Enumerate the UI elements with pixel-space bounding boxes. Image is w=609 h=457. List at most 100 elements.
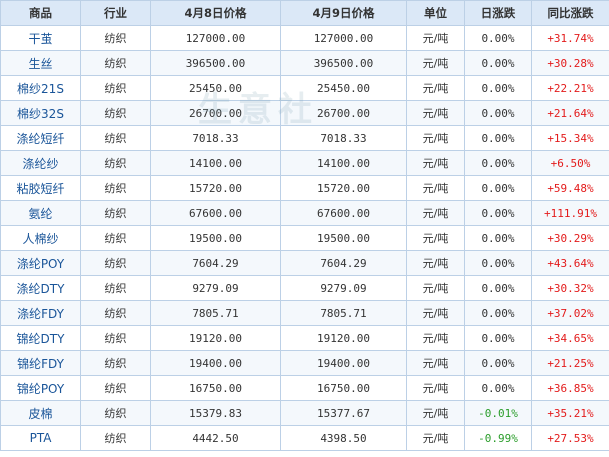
cell-yoy-change: +21.64% — [531, 100, 609, 126]
cell-commodity[interactable]: PTA — [0, 425, 81, 451]
cell-price-apr8: 19400.00 — [150, 350, 281, 376]
cell-price-apr9: 67600.00 — [280, 200, 407, 226]
cell-unit: 元/吨 — [406, 275, 465, 301]
cell-price-apr9: 19500.00 — [280, 225, 407, 251]
cell-price-apr8: 25450.00 — [150, 75, 281, 101]
cell-price-apr9: 127000.00 — [280, 25, 407, 51]
cell-commodity[interactable]: 氨纶 — [0, 200, 81, 226]
cell-unit: 元/吨 — [406, 350, 465, 376]
cell-industry: 纺织 — [80, 200, 151, 226]
cell-price-apr8: 19120.00 — [150, 325, 281, 351]
cell-commodity[interactable]: 涤纶短纤 — [0, 125, 81, 151]
cell-industry: 纺织 — [80, 275, 151, 301]
table-row: 锦纶POY 纺织 16750.00 16750.00 元/吨 0.00% +36.85% — [0, 375, 609, 401]
cell-price-apr8: 14100.00 — [150, 150, 281, 176]
cell-price-apr8: 7018.33 — [150, 125, 281, 151]
commodity-price-table: 商品 行业 4月8日价格 4月9日价格 单位 日涨跌 同比涨跌 干茧 纺织 1270… — [0, 0, 609, 451]
cell-industry: 纺织 — [80, 250, 151, 276]
cell-commodity[interactable]: 锦纶POY — [0, 375, 81, 401]
table-row: 锦纶DTY 纺织 19120.00 19120.00 元/吨 0.00% +34.65% — [0, 325, 609, 351]
cell-yoy-change: +59.48% — [531, 175, 609, 201]
cell-commodity[interactable]: 粘胶短纤 — [0, 175, 81, 201]
cell-industry: 纺织 — [80, 125, 151, 151]
cell-daily-change: 0.00% — [464, 250, 532, 276]
cell-daily-change: 0.00% — [464, 50, 532, 76]
cell-commodity[interactable]: 锦纶DTY — [0, 325, 81, 351]
cell-price-apr8: 7604.29 — [150, 250, 281, 276]
cell-yoy-change: +31.74% — [531, 25, 609, 51]
table-row: 涤纶POY 纺织 7604.29 7604.29 元/吨 0.00% +43.64% — [0, 250, 609, 276]
cell-price-apr8: 26700.00 — [150, 100, 281, 126]
cell-daily-change: 0.00% — [464, 375, 532, 401]
cell-unit: 元/吨 — [406, 400, 465, 426]
cell-unit: 元/吨 — [406, 250, 465, 276]
cell-commodity[interactable]: 生丝 — [0, 50, 81, 76]
cell-industry: 纺织 — [80, 225, 151, 251]
table-row: 涤纶FDY 纺织 7805.71 7805.71 元/吨 0.00% +37.02% — [0, 300, 609, 326]
table-row: 锦纶FDY 纺织 19400.00 19400.00 元/吨 0.00% +21.25% — [0, 350, 609, 376]
cell-price-apr9: 16750.00 — [280, 375, 407, 401]
cell-commodity[interactable]: 涤纶纱 — [0, 150, 81, 176]
cell-price-apr8: 15720.00 — [150, 175, 281, 201]
cell-industry: 纺织 — [80, 300, 151, 326]
cell-unit: 元/吨 — [406, 225, 465, 251]
cell-price-apr8: 9279.09 — [150, 275, 281, 301]
cell-unit: 元/吨 — [406, 200, 465, 226]
cell-industry: 纺织 — [80, 175, 151, 201]
cell-yoy-change: +36.85% — [531, 375, 609, 401]
cell-yoy-change: +37.02% — [531, 300, 609, 326]
table-row: PTA 纺织 4442.50 4398.50 元/吨 -0.99% +27.53% — [0, 425, 609, 451]
cell-commodity[interactable]: 干茧 — [0, 25, 81, 51]
cell-commodity[interactable]: 涤纶FDY — [0, 300, 81, 326]
cell-daily-change: 0.00% — [464, 225, 532, 251]
cell-daily-change: 0.00% — [464, 300, 532, 326]
cell-yoy-change: +30.29% — [531, 225, 609, 251]
cell-commodity[interactable]: 涤纶POY — [0, 250, 81, 276]
cell-yoy-change: +15.34% — [531, 125, 609, 151]
table-row: 干茧 纺织 127000.00 127000.00 元/吨 0.00% +31.74% — [0, 25, 609, 51]
cell-commodity[interactable]: 棉纱32S — [0, 100, 81, 126]
cell-yoy-change: +27.53% — [531, 425, 609, 451]
cell-unit: 元/吨 — [406, 325, 465, 351]
table-row: 涤纶DTY 纺织 9279.09 9279.09 元/吨 0.00% +30.32% — [0, 275, 609, 301]
cell-daily-change: 0.00% — [464, 25, 532, 51]
table-row: 人棉纱 纺织 19500.00 19500.00 元/吨 0.00% +30.29% — [0, 225, 609, 251]
cell-price-apr8: 67600.00 — [150, 200, 281, 226]
cell-yoy-change: +43.64% — [531, 250, 609, 276]
cell-commodity[interactable]: 人棉纱 — [0, 225, 81, 251]
cell-unit: 元/吨 — [406, 75, 465, 101]
cell-industry: 纺织 — [80, 50, 151, 76]
cell-commodity[interactable]: 涤纶DTY — [0, 275, 81, 301]
cell-commodity[interactable]: 皮棉 — [0, 400, 81, 426]
cell-price-apr9: 15720.00 — [280, 175, 407, 201]
table-row: 生丝 纺织 396500.00 396500.00 元/吨 0.00% +30.28% — [0, 50, 609, 76]
cell-daily-change: 0.00% — [464, 100, 532, 126]
price-table-container: 商品 行业 4月8日价格 4月9日价格 单位 日涨跌 同比涨跌 干茧 纺织 1270… — [0, 0, 609, 457]
header-industry: 行业 — [80, 0, 151, 26]
cell-price-apr8: 16750.00 — [150, 375, 281, 401]
cell-price-apr9: 26700.00 — [280, 100, 407, 126]
table-row: 涤纶短纤 纺织 7018.33 7018.33 元/吨 0.00% +15.34% — [0, 125, 609, 151]
cell-price-apr9: 4398.50 — [280, 425, 407, 451]
cell-commodity[interactable]: 棉纱21S — [0, 75, 81, 101]
cell-industry: 纺织 — [80, 100, 151, 126]
cell-industry: 纺织 — [80, 150, 151, 176]
header-commodity: 商品 — [0, 0, 81, 26]
cell-unit: 元/吨 — [406, 25, 465, 51]
cell-yoy-change: +22.21% — [531, 75, 609, 101]
cell-commodity[interactable]: 锦纶FDY — [0, 350, 81, 376]
cell-daily-change: 0.00% — [464, 125, 532, 151]
cell-price-apr9: 7604.29 — [280, 250, 407, 276]
cell-yoy-change: +21.25% — [531, 350, 609, 376]
cell-unit: 元/吨 — [406, 375, 465, 401]
header-price-apr8: 4月8日价格 — [150, 0, 281, 26]
cell-price-apr8: 19500.00 — [150, 225, 281, 251]
cell-price-apr9: 396500.00 — [280, 50, 407, 76]
cell-daily-change: 0.00% — [464, 200, 532, 226]
cell-unit: 元/吨 — [406, 300, 465, 326]
cell-industry: 纺织 — [80, 25, 151, 51]
cell-price-apr9: 14100.00 — [280, 150, 407, 176]
table-row: 氨纶 纺织 67600.00 67600.00 元/吨 0.00% +111.91% — [0, 200, 609, 226]
cell-price-apr9: 9279.09 — [280, 275, 407, 301]
cell-unit: 元/吨 — [406, 150, 465, 176]
